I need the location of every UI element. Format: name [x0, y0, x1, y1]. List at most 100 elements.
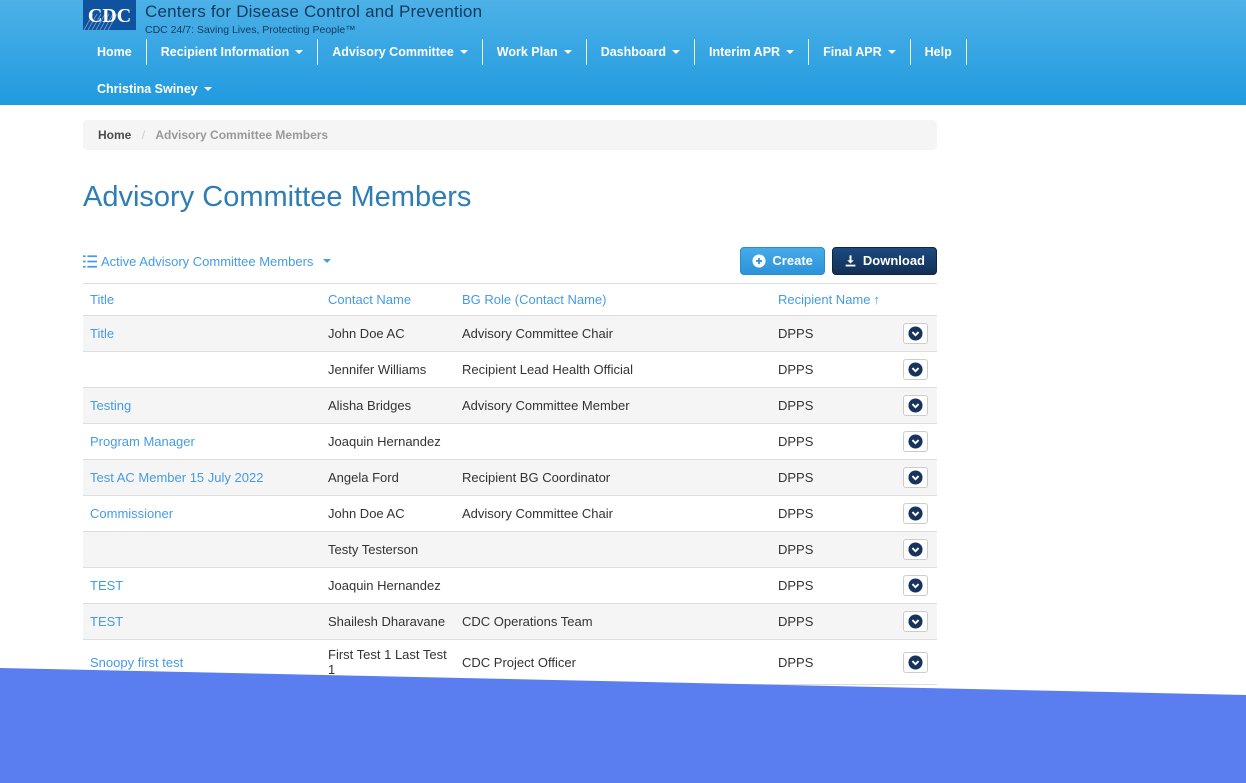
download-button[interactable]: Download [832, 247, 937, 275]
title-cell: Commissioner [83, 496, 328, 532]
row-actions-button[interactable] [903, 539, 928, 560]
nav-item-label: Final APR [823, 45, 882, 59]
action-cell [903, 604, 937, 640]
title-cell [83, 532, 328, 568]
action-cell [903, 568, 937, 604]
nav-item-advisory-committee[interactable]: Advisory Committee [318, 39, 483, 65]
brand-tagline: CDC 24/7: Saving Lives, Protecting Peopl… [145, 24, 482, 36]
user-nav: Christina Swiney [83, 76, 1246, 102]
nav-item-dashboard[interactable]: Dashboard [587, 39, 695, 65]
table-row: Title John Doe AC Advisory Committee Cha… [83, 316, 937, 352]
bg-role-cell [462, 532, 778, 568]
title-cell [83, 352, 328, 388]
member-title-link[interactable]: Commissioner [90, 506, 173, 521]
member-title-link[interactable]: Program Manager [90, 434, 195, 449]
brand-title: Centers for Disease Control and Preventi… [145, 2, 482, 22]
bg-role-cell: Recipient BG Coordinator [462, 460, 778, 496]
chevron-down-circle-icon [908, 542, 923, 557]
table-row: TEST Joaquin Hernandez DPPS [83, 568, 937, 604]
recipient-name-cell: DPPS [778, 604, 903, 640]
contact-name-cell: John Doe AC [328, 496, 462, 532]
brand-row: CDC Centers for Disease Control and Prev… [83, 0, 1246, 33]
nav-item-recipient-information[interactable]: Recipient Information [147, 39, 318, 65]
chevron-down-circle-icon [908, 362, 923, 377]
chevron-down-circle-icon [908, 398, 923, 413]
breadcrumb-home[interactable]: Home [98, 128, 131, 142]
breadcrumb-separator: / [142, 128, 145, 142]
recipient-name-cell: DPPS [778, 640, 903, 685]
list-icon [83, 255, 97, 268]
row-actions-button[interactable] [903, 431, 928, 452]
row-actions-button[interactable] [903, 503, 928, 524]
contact-name-cell: Angela Ford [328, 460, 462, 496]
member-title-link[interactable]: Test AC Member 15 July 2022 [90, 470, 263, 485]
nav-item-interim-apr[interactable]: Interim APR [695, 39, 809, 65]
table-row: TEST Shailesh Dharavane CDC Operations T… [83, 604, 937, 640]
row-actions-button[interactable] [903, 359, 928, 380]
row-actions-button[interactable] [903, 611, 928, 632]
recipient-name-cell: DPPS [778, 568, 903, 604]
filter-dropdown-label: Active Advisory Committee Members [101, 254, 313, 269]
primary-nav: Home Recipient Information Advisory Comm… [83, 39, 1246, 65]
table-header: Title Contact Name BG Role (Contact Name… [83, 284, 937, 316]
user-menu[interactable]: Christina Swiney [83, 76, 226, 102]
action-cell [903, 388, 937, 424]
chevron-down-circle-icon [908, 506, 923, 521]
nav-item-final-apr[interactable]: Final APR [809, 39, 911, 65]
row-actions-button[interactable] [903, 575, 928, 596]
filter-dropdown[interactable]: Active Advisory Committee Members [83, 254, 331, 269]
main-nav: Home Recipient Information Advisory Comm… [83, 39, 1246, 65]
row-actions-button[interactable] [903, 395, 928, 416]
title-cell: TEST [83, 568, 328, 604]
members-table: Title Contact Name BG Role (Contact Name… [83, 283, 937, 685]
nav-item-help[interactable]: Help [911, 39, 967, 65]
table-row: Testing Alisha Bridges Advisory Committe… [83, 388, 937, 424]
row-actions-button[interactable] [903, 467, 928, 488]
caret-down-icon [204, 87, 212, 91]
caret-down-icon [323, 259, 331, 263]
recipient-name-cell: DPPS [778, 424, 903, 460]
member-title-link[interactable]: Snoopy first test [90, 655, 183, 670]
nav-item-work-plan[interactable]: Work Plan [483, 39, 587, 65]
member-title-link[interactable]: TEST [90, 578, 123, 593]
bg-role-cell: CDC Operations Team [462, 604, 778, 640]
contact-name-cell: Joaquin Hernandez [328, 568, 462, 604]
column-header-contact-name[interactable]: Contact Name [328, 284, 462, 316]
member-title-link[interactable]: TEST [90, 614, 123, 629]
member-title-link[interactable]: Title [90, 326, 114, 341]
column-header-recipient-name[interactable]: Recipient Name↑ [778, 284, 903, 316]
cdc-logo-graphic: CDC [83, 0, 136, 30]
toolbar-actions: Create Download [740, 247, 937, 275]
caret-down-icon [888, 50, 896, 54]
chevron-down-circle-icon [908, 434, 923, 449]
chevron-down-circle-icon [908, 470, 923, 485]
caret-down-icon [295, 50, 303, 54]
action-cell [903, 424, 937, 460]
plus-circle-icon [752, 254, 766, 268]
bg-role-cell [462, 568, 778, 604]
contact-name-cell: Testy Testerson [328, 532, 462, 568]
breadcrumb-current: Advisory Committee Members [155, 128, 328, 142]
contact-name-cell: Alisha Bridges [328, 388, 462, 424]
sort-asc-icon: ↑ [874, 292, 881, 307]
caret-down-icon [460, 50, 468, 54]
cdc-logo[interactable]: CDC [83, 0, 136, 30]
recipient-name-cell: DPPS [778, 388, 903, 424]
action-cell [903, 640, 937, 685]
create-button-label: Create [772, 253, 812, 269]
bg-role-cell: Recipient Lead Health Official [462, 352, 778, 388]
site-header: CDC Centers for Disease Control and Prev… [0, 0, 1246, 105]
create-button[interactable]: Create [740, 247, 824, 275]
column-header-title[interactable]: Title [83, 284, 328, 316]
row-actions-button[interactable] [903, 323, 928, 344]
row-actions-button[interactable] [903, 652, 928, 673]
contact-name-cell: Jennifer Williams [328, 352, 462, 388]
nav-item-home[interactable]: Home [83, 39, 147, 65]
title-cell: Title [83, 316, 328, 352]
recipient-name-cell: DPPS [778, 316, 903, 352]
download-button-label: Download [863, 253, 925, 269]
recipient-name-cell: DPPS [778, 352, 903, 388]
column-header-bg-role[interactable]: BG Role (Contact Name) [462, 284, 778, 316]
recipient-name-cell: DPPS [778, 460, 903, 496]
member-title-link[interactable]: Testing [90, 398, 131, 413]
